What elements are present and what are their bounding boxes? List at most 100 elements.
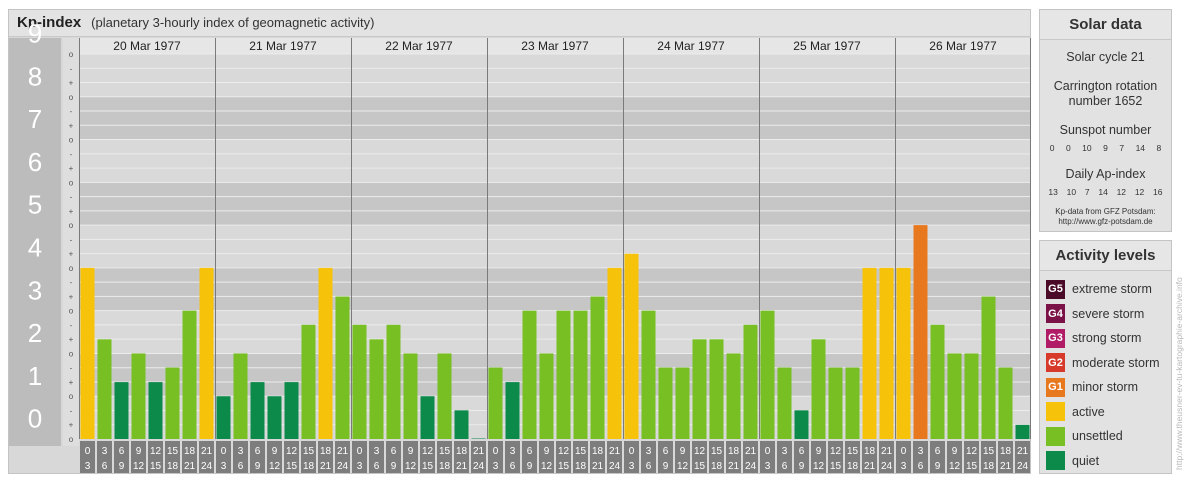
interval-end-label: 24 (1017, 461, 1029, 472)
interval-start-label: 18 (456, 446, 468, 457)
legend-swatch: G5 (1046, 279, 1065, 299)
ap-index-label: Daily Ap-index (1065, 167, 1146, 181)
interval-end-label: 9 (663, 461, 669, 472)
interval-start-label: 12 (966, 446, 978, 457)
data-credit: Kp-data from GFZ Potsdam: http://www.gfz… (1040, 207, 1171, 227)
interval-end-label: 21 (320, 461, 332, 472)
y-minor-label: + (69, 378, 74, 387)
day-label: 24 Mar 1977 (657, 39, 725, 53)
interval-end-label: 15 (966, 461, 978, 472)
sunspot-value: 0 (1049, 143, 1055, 153)
kp-bar (352, 324, 367, 439)
interval-end-label: 15 (558, 461, 570, 472)
y-minor-label: + (69, 421, 74, 430)
interval-start-label: 6 (663, 446, 669, 457)
interval-start-label: 12 (286, 446, 298, 457)
interval-start-label: 21 (337, 446, 349, 457)
kp-bar (148, 382, 163, 439)
interval-start-label: 18 (864, 446, 876, 457)
sunspot-value: 9 (1103, 143, 1108, 153)
legend-swatch: G1 (1046, 377, 1065, 397)
interval-end-label: 24 (337, 461, 349, 472)
y-tick-label: 8 (28, 61, 42, 91)
kp-bar (692, 339, 707, 439)
solar-data-title: Solar data (1040, 10, 1171, 40)
interval-start-label: 3 (102, 446, 108, 457)
interval-end-label: 9 (799, 461, 805, 472)
interval-end-label: 3 (85, 461, 91, 472)
kp-bar (998, 367, 1013, 439)
interval-end-label: 9 (255, 461, 261, 472)
interval-start-label: 21 (201, 446, 213, 457)
sunspot-value: 7 (1119, 143, 1125, 153)
interval-end-label: 12 (949, 461, 961, 472)
kp-bar (964, 353, 979, 439)
kp-bar (539, 353, 554, 439)
sunspot-value: 0 (1065, 143, 1071, 153)
kp-bar (641, 310, 656, 439)
kp-bar (97, 339, 112, 439)
y-tick-label: 9 (28, 19, 42, 49)
day-label: 22 Mar 1977 (385, 39, 453, 53)
kp-bar (267, 396, 282, 439)
legend-swatch: G3 (1046, 328, 1065, 348)
legend-item: G1 minor storm (1040, 375, 1171, 400)
interval-end-label: 24 (201, 461, 213, 472)
interval-start-label: 15 (439, 446, 451, 457)
interval-start-label: 21 (1017, 446, 1029, 457)
legend-label: moderate storm (1072, 355, 1160, 370)
y-tick-label: 3 (28, 275, 42, 305)
interval-end-label: 24 (473, 461, 485, 472)
kp-band (79, 182, 1031, 226)
interval-start-label: 6 (119, 446, 125, 457)
kp-bar (896, 267, 911, 439)
interval-start-label: 9 (408, 446, 414, 457)
interval-start-label: 12 (422, 446, 434, 457)
carrington-label: Carrington rotation (1053, 79, 1158, 93)
interval-end-label: 6 (782, 461, 788, 472)
y-minor-label: o (69, 93, 74, 102)
kp-bar (658, 367, 673, 439)
kp-bar (369, 339, 384, 439)
interval-end-label: 24 (881, 461, 893, 472)
interval-start-label: 18 (1000, 446, 1012, 457)
kp-bar (403, 353, 418, 439)
y-minor-label: - (70, 364, 73, 373)
legend-item: G2 moderate storm (1040, 351, 1171, 376)
y-tick-label: 4 (28, 233, 42, 263)
kp-bar (675, 367, 690, 439)
y-minor-label: + (69, 335, 74, 344)
kp-bar (794, 410, 809, 439)
sunspot-value: 10 (1082, 143, 1092, 153)
interval-end-label: 9 (527, 461, 533, 472)
interval-end-label: 15 (422, 461, 434, 472)
y-tick-label: 0 (28, 404, 42, 434)
kp-bar (930, 324, 945, 439)
interval-end-label: 12 (405, 461, 417, 472)
interval-start-label: 3 (782, 446, 788, 457)
interval-start-label: 21 (881, 446, 893, 457)
kp-bar-chart: 0123456789o+-o+-o+-o+-o+-o+-o+-o+-o+-o20… (9, 19, 1031, 473)
kp-bar (284, 382, 299, 439)
kp-bar (879, 267, 894, 439)
interval-start-label: 15 (575, 446, 587, 457)
interval-start-label: 18 (728, 446, 740, 457)
kp-bar (709, 339, 724, 439)
legend-item: active (1040, 400, 1171, 425)
y-minor-label: o (69, 349, 74, 358)
kp-band (79, 139, 1031, 183)
legend-label: extreme storm (1072, 282, 1152, 297)
interval-end-label: 15 (286, 461, 298, 472)
kp-bar (233, 353, 248, 439)
kp-bar (624, 253, 639, 439)
interval-end-label: 9 (391, 461, 397, 472)
interval-end-label: 3 (629, 461, 635, 472)
interval-start-label: 18 (592, 446, 604, 457)
kp-band (79, 225, 1031, 268)
y-minor-label: o (69, 50, 74, 59)
interval-end-label: 18 (167, 461, 179, 472)
interval-end-label: 12 (677, 461, 689, 472)
kp-bar (828, 367, 843, 439)
credit-link[interactable]: http://www.gfz-potsdam.de (1040, 217, 1171, 227)
legend-item: G3 strong storm (1040, 326, 1171, 351)
